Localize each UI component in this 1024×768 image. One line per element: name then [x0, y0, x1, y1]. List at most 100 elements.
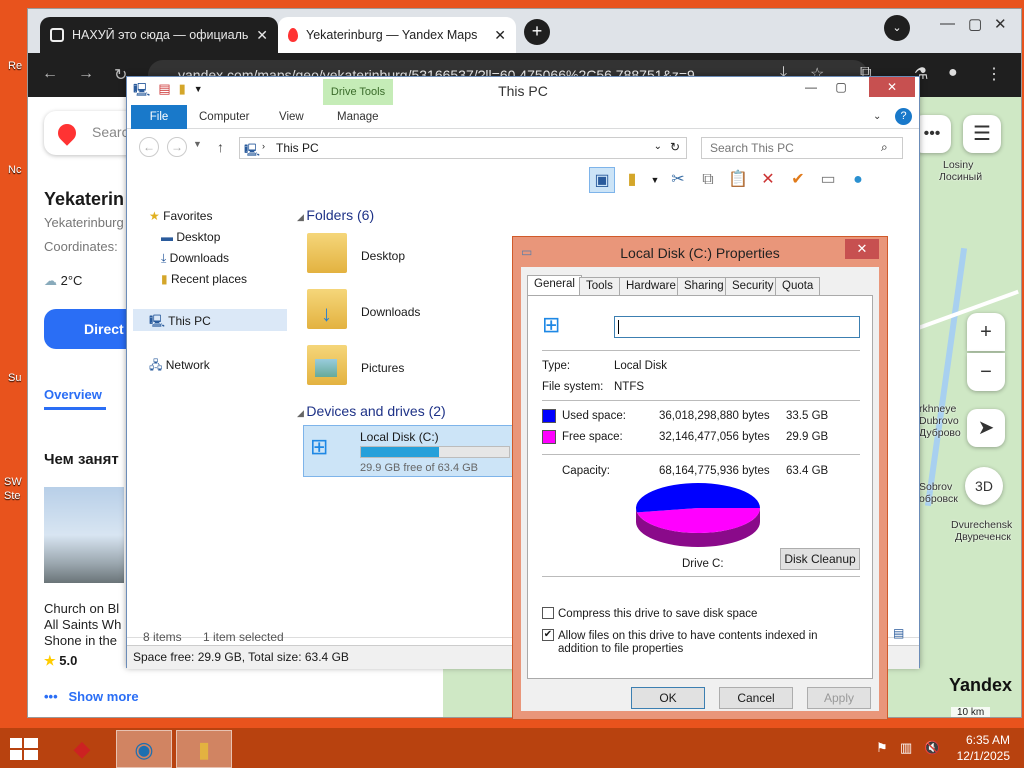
hamburger-menu-icon[interactable]: ☰: [963, 115, 1001, 153]
tab-quota[interactable]: Quota: [775, 277, 821, 295]
index-checkbox[interactable]: ✔: [542, 629, 554, 641]
tab-close-icon[interactable]: ✕: [494, 27, 506, 44]
desktop-icon-label[interactable]: Su: [8, 372, 21, 384]
folder-name[interactable]: Pictures: [361, 361, 404, 375]
explorer-taskbar-icon[interactable]: ▮: [176, 730, 232, 768]
nav-network[interactable]: 🖧 Network: [149, 356, 210, 377]
drive-tile-c[interactable]: ⊞ Local Disk (C:) 29.9 GB free of 63.4 G…: [303, 425, 513, 477]
tab-view[interactable]: View: [279, 105, 304, 129]
zoom-in-button[interactable]: +: [967, 313, 1005, 351]
3d-button[interactable]: 3D: [965, 467, 1003, 505]
folder-name[interactable]: Downloads: [361, 305, 420, 319]
volume-muted-icon[interactable]: 🔇: [924, 740, 940, 756]
network-icon[interactable]: ▥: [900, 740, 912, 756]
nav-recent-places[interactable]: ▮ Recent places: [161, 272, 247, 286]
preview-pane-icon[interactable]: ▣: [589, 167, 615, 193]
new-tab-button[interactable]: +: [524, 19, 550, 45]
up-icon[interactable]: ↑: [217, 139, 224, 155]
compress-label[interactable]: Compress this drive to save disk space: [558, 608, 757, 620]
address-dropdown-icon[interactable]: ⌄: [654, 141, 662, 152]
minimize-icon[interactable]: —: [797, 77, 825, 97]
disk-cleanup-button[interactable]: Disk Cleanup: [780, 548, 860, 570]
tab-overview[interactable]: Overview: [44, 387, 102, 402]
app-icon-toolbox[interactable]: ◆: [54, 730, 110, 768]
folder-icon[interactable]: [307, 233, 347, 273]
browser-tab-active[interactable]: Yekaterinburg — Yandex Maps ✕: [278, 17, 516, 53]
action-center-icon[interactable]: ⚑: [876, 740, 888, 756]
forward-icon[interactable]: →: [78, 65, 94, 83]
card-line[interactable]: All Saints Wh: [44, 617, 121, 632]
drive-label-input[interactable]: [614, 316, 860, 338]
close-icon[interactable]: ✕: [869, 77, 915, 97]
close-icon[interactable]: ✕: [845, 239, 879, 259]
paste-icon[interactable]: 📋: [725, 167, 751, 193]
desktop-icon-label[interactable]: Nc: [8, 164, 21, 176]
rename-icon[interactable]: ▭: [815, 167, 841, 193]
checkmark-icon[interactable]: ✔: [785, 167, 811, 193]
profile-icon[interactable]: ●: [948, 64, 958, 82]
search-icon[interactable]: ⌕: [881, 140, 888, 155]
tab-general[interactable]: General: [527, 275, 582, 297]
nav-this-pc[interactable]: 🖳 This PC: [133, 309, 287, 331]
tab-search-icon[interactable]: ⌄: [884, 15, 910, 41]
compress-checkbox[interactable]: [542, 607, 554, 619]
copy-icon[interactable]: ⧉: [695, 167, 721, 193]
back-icon[interactable]: ←: [139, 137, 159, 157]
search-input[interactable]: Search This PC: [701, 137, 903, 159]
tab-computer[interactable]: Computer: [199, 105, 250, 129]
recent-locations-icon[interactable]: ▼: [193, 139, 202, 149]
nav-desktop[interactable]: ▬ Desktop: [161, 230, 220, 244]
ok-button[interactable]: OK: [631, 687, 705, 709]
apply-button[interactable]: Apply: [807, 687, 871, 709]
options-dropdown-icon[interactable]: ▼: [649, 167, 661, 193]
back-icon[interactable]: ←: [42, 65, 58, 83]
chrome-taskbar-icon[interactable]: ◉: [116, 730, 172, 768]
zoom-out-button[interactable]: −: [967, 353, 1005, 391]
browser-tab[interactable]: НАХУЙ это сюда — официаль ✕: [40, 17, 278, 53]
windows-start-icon[interactable]: [10, 738, 38, 760]
tab-manage[interactable]: Manage: [337, 105, 379, 129]
index-label[interactable]: Allow files on this drive to have conten…: [558, 630, 858, 656]
minimize-icon[interactable]: —: [940, 15, 955, 32]
refresh-icon[interactable]: ↻: [670, 140, 680, 154]
folder-name[interactable]: Desktop: [361, 249, 405, 263]
tab-file[interactable]: File: [131, 105, 187, 129]
group-header-devices[interactable]: ◢ Devices and drives (2): [297, 403, 446, 419]
my-location-icon[interactable]: ➤: [967, 409, 1005, 447]
taskbar: ◆ ◉ ▮ ⚑ ▥ 🔇 6:35 AM 12/1/2025: [0, 728, 1024, 768]
desktop-icon-label[interactable]: Re: [8, 60, 22, 72]
maximize-icon[interactable]: ▢: [968, 15, 982, 33]
place-photo[interactable]: [44, 487, 124, 583]
globe-icon[interactable]: ●: [845, 167, 871, 193]
help-icon[interactable]: ?: [895, 108, 912, 125]
show-more-link[interactable]: ••• Show more: [44, 689, 139, 704]
tab-tools[interactable]: Tools: [579, 277, 620, 295]
close-icon[interactable]: ✕: [994, 15, 1007, 33]
tab-close-icon[interactable]: ✕: [256, 27, 268, 44]
maximize-icon[interactable]: ▢: [827, 77, 855, 97]
system-clock[interactable]: 6:35 AM 12/1/2025: [957, 732, 1010, 764]
card-line[interactable]: Shone in the: [44, 633, 117, 648]
forward-icon[interactable]: →: [167, 137, 187, 157]
nav-favorites[interactable]: ★ Favorites: [149, 209, 212, 223]
downloads-folder-icon[interactable]: ↓: [307, 289, 347, 329]
map-label: Dvurechensk: [951, 519, 1013, 531]
cut-icon[interactable]: ✂: [665, 167, 691, 193]
desktop-icon-label[interactable]: Ste: [4, 490, 21, 502]
cancel-button[interactable]: Cancel: [719, 687, 793, 709]
breadcrumb-chevron-icon[interactable]: ›: [262, 141, 265, 151]
details-view-icon[interactable]: ▤: [893, 626, 904, 640]
tab-hardware[interactable]: Hardware: [619, 277, 683, 295]
desktop-icon-label[interactable]: SW: [4, 476, 22, 488]
folder-options-icon[interactable]: ▮: [619, 167, 645, 193]
tab-sharing[interactable]: Sharing: [677, 277, 731, 295]
tab-security[interactable]: Security: [725, 277, 781, 295]
nav-downloads[interactable]: ⤓ Downloads: [161, 251, 229, 266]
pictures-folder-icon[interactable]: [307, 345, 347, 385]
menu-icon[interactable]: ⋮: [986, 64, 1002, 84]
delete-icon[interactable]: ✕: [755, 167, 781, 193]
address-field[interactable]: 🖳 › This PC ⌄ ↻: [239, 137, 687, 159]
card-line[interactable]: Church on Bl: [44, 601, 119, 616]
ribbon-expand-icon[interactable]: ⌄: [873, 105, 881, 129]
group-header-folders[interactable]: ◢ Folders (6): [297, 207, 374, 223]
